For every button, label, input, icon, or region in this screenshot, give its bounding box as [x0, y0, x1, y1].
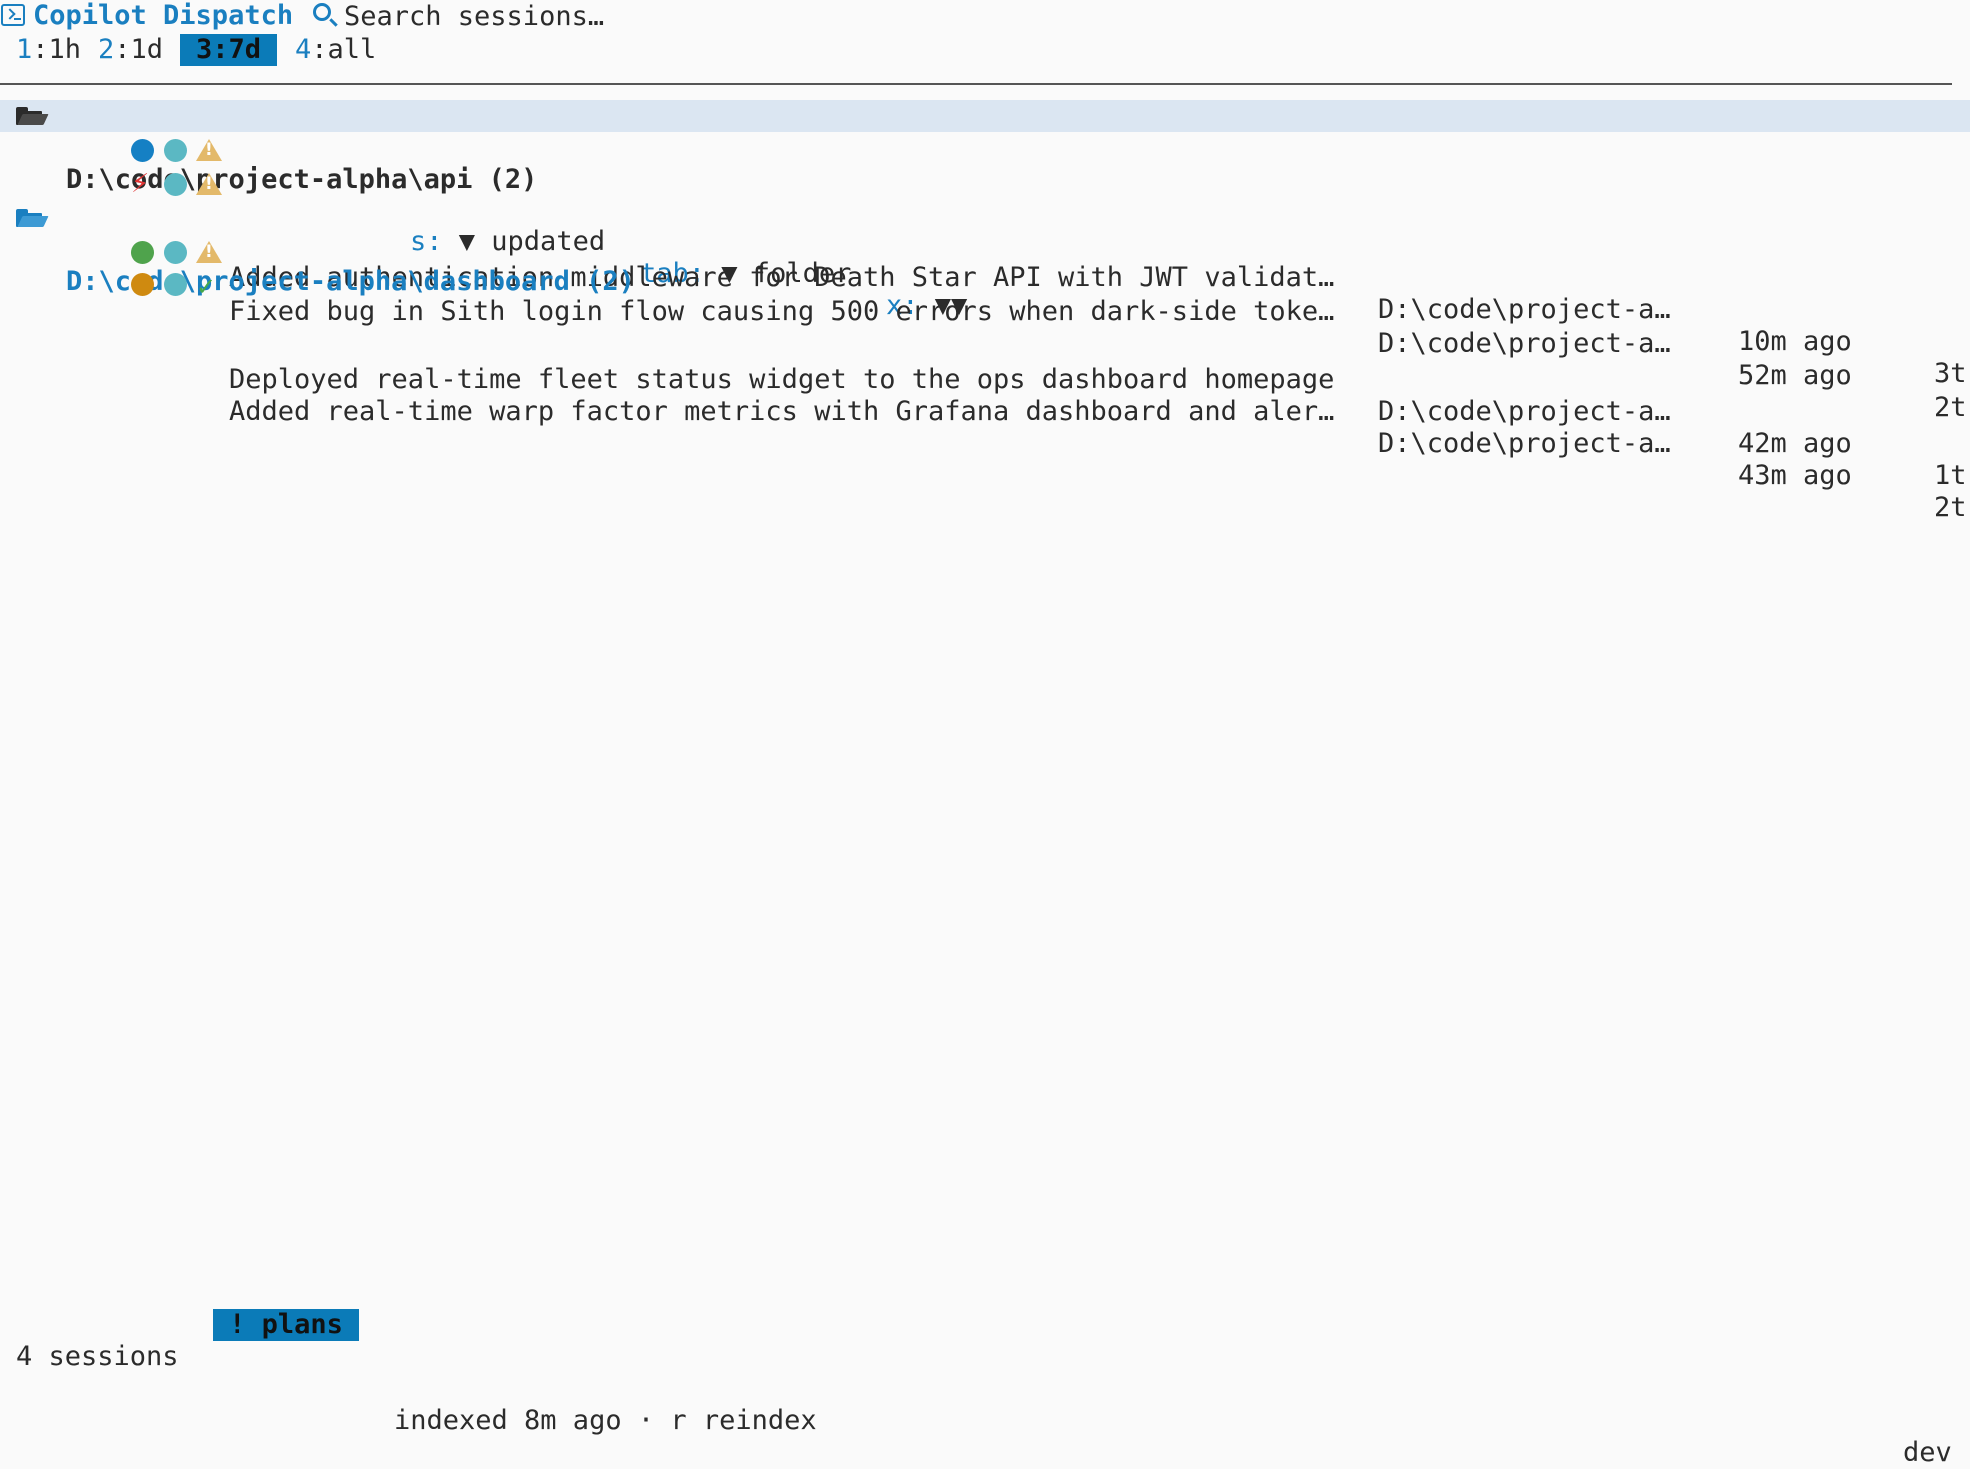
model-icon	[164, 273, 187, 296]
status-active-icon	[131, 139, 154, 162]
session-turns: 3t	[1934, 358, 1967, 389]
status-bar: 4 sessions ! plans indexed 8m ago · r re…	[0, 1309, 1970, 1468]
folder-group-api[interactable]: D:\code\project-alpha\api (2)	[0, 100, 1970, 195]
session-updated: 43m ago	[1738, 460, 1852, 491]
title-bar: Copilot Dispatch	[0, 0, 1970, 32]
search-input[interactable]	[344, 0, 744, 32]
terminal-icon	[1, 4, 25, 26]
model-icon	[164, 139, 187, 162]
session-updated: 10m ago	[1738, 326, 1852, 357]
session-turns: 1t	[1934, 460, 1967, 491]
session-row[interactable]: Deployed real-time fleet status widget t…	[0, 236, 1970, 491]
session-row[interactable]: ⚡ Fixed bug in Sith login flow causing 5…	[0, 168, 1970, 423]
folder-group-dashboard[interactable]: D:\code\project-alpha\dashboard (2)	[0, 202, 1970, 297]
warning-icon	[196, 173, 222, 195]
folder-open-icon	[16, 209, 49, 227]
index-status: indexed 8m ago · r reindex	[394, 1405, 817, 1436]
folder-open-icon	[16, 107, 49, 125]
time-filter-7d[interactable]: 3:7d	[180, 34, 278, 66]
session-turns: 2t	[1934, 492, 1967, 523]
session-title: Added real-time warp factor metrics with…	[229, 396, 1335, 427]
lightning-icon: ⚡	[131, 169, 150, 199]
app-title: Copilot Dispatch	[33, 0, 294, 31]
session-row[interactable]: ✓ Added real-time warp factor metrics wi…	[0, 268, 1970, 523]
environment-label: dev	[1903, 1437, 1952, 1468]
session-title: Deployed real-time fleet status widget t…	[229, 364, 1335, 395]
session-turns: 2t	[1934, 392, 1967, 423]
session-path: D:\code\project-a…	[1378, 428, 1671, 459]
status-done-icon	[131, 241, 154, 264]
session-updated: 52m ago	[1738, 360, 1852, 391]
session-count: 4 sessions	[16, 1341, 179, 1372]
session-title: Fixed bug in Sith login flow causing 500…	[229, 296, 1335, 327]
warning-icon	[196, 139, 222, 161]
session-row[interactable]: Added authentication middleware for Deat…	[0, 134, 1970, 389]
session-updated: 42m ago	[1738, 428, 1852, 459]
time-filter-1h[interactable]: 1:1h	[16, 34, 81, 66]
plans-toggle[interactable]: ! plans	[213, 1309, 359, 1341]
search-icon[interactable]	[313, 3, 331, 21]
header-divider	[0, 83, 1952, 85]
check-icon: ✓	[196, 273, 217, 301]
status-waiting-icon	[131, 273, 154, 296]
model-icon	[164, 173, 187, 196]
warning-icon	[196, 241, 222, 263]
time-filter-1d[interactable]: 2:1d	[98, 34, 163, 66]
model-icon	[164, 241, 187, 264]
session-path: D:\code\project-a…	[1378, 396, 1671, 427]
session-path: D:\code\project-a…	[1378, 328, 1671, 359]
filter-toolbar: 1:1h 2:1d 3:7d 4:all s: ▼ updated tab: ▼…	[0, 34, 1970, 321]
time-filter-all[interactable]: 4:all	[295, 34, 376, 66]
